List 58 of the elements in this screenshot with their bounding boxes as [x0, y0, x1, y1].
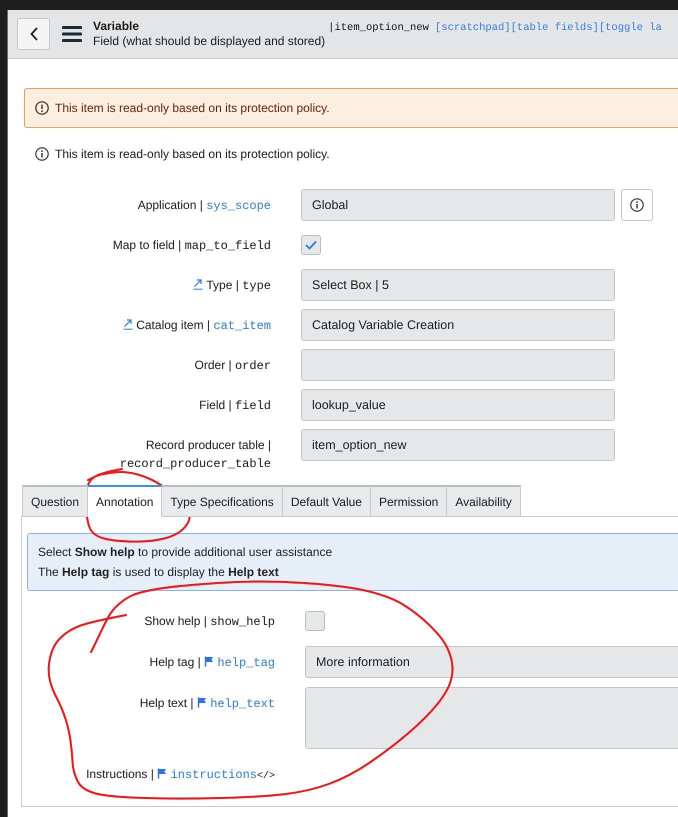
column-name: type	[242, 279, 271, 293]
text-field[interactable]: Select Box | 5	[301, 269, 615, 301]
field-label: Help tag |	[150, 655, 201, 669]
field-label: Field |	[199, 398, 232, 412]
field-label: Application |	[138, 198, 203, 212]
info-icon	[35, 147, 49, 161]
menu-icon[interactable]	[62, 26, 82, 42]
code-toggle[interactable]: </>	[256, 771, 275, 782]
tab[interactable]: Availability	[447, 485, 521, 517]
field-label: Type |	[206, 278, 239, 292]
column-name: order	[234, 359, 271, 373]
column-link[interactable]: help_text	[210, 697, 275, 711]
column-name: record_producer_table	[120, 457, 271, 471]
arrow-icon[interactable]	[193, 278, 204, 290]
text-field[interactable]: Global	[301, 189, 615, 221]
text-field[interactable]: lookup_value	[301, 389, 615, 421]
text-field[interactable]: item_option_new	[301, 429, 615, 461]
column-link[interactable]: instructions	[170, 768, 257, 782]
alert-icon	[35, 101, 49, 115]
tab[interactable]: Question	[22, 485, 88, 517]
flag-icon[interactable]	[196, 697, 207, 708]
text-field[interactable]: Catalog Variable Creation	[301, 309, 615, 341]
text-field[interactable]: More information	[305, 646, 678, 678]
field-label: Instructions |	[86, 767, 154, 781]
record-title: Variable	[93, 19, 140, 34]
flag-icon[interactable]	[204, 656, 214, 667]
back-button[interactable]	[17, 18, 50, 50]
column-link[interactable]: help_tag	[217, 656, 275, 670]
info-icon	[630, 198, 644, 212]
notice-text: This item is read-only based on its protection policy.	[55, 146, 330, 163]
column-name: field	[234, 399, 271, 413]
column-name: map_to_field	[184, 239, 271, 253]
tab[interactable]: Default Value	[282, 485, 371, 517]
field-label: Show help |	[144, 614, 207, 628]
text-field[interactable]	[301, 349, 615, 381]
tab[interactable]: Annotation	[88, 485, 162, 517]
field-label: Order |	[194, 358, 232, 372]
banner-text: This item is read-only based on its protection policy.	[55, 101, 330, 115]
column-link[interactable]: cat_item	[213, 319, 271, 333]
info-text: The Help tag is used to display the Help text	[38, 564, 280, 581]
field-label: Record producer table |	[146, 438, 271, 452]
column-name: show_help	[210, 615, 275, 629]
info-text: Select Show help to provide additional user assistance	[38, 544, 334, 561]
checkmark-icon	[305, 240, 317, 250]
field-label: Help text |	[140, 696, 194, 710]
tab[interactable]: Permission	[370, 485, 448, 517]
column-link[interactable]: sys_scope	[206, 199, 271, 213]
tab[interactable]: Type Specifications	[162, 485, 283, 517]
chevron-left-icon	[30, 27, 38, 41]
field-label: Map to field |	[112, 238, 182, 252]
flag-icon[interactable]	[157, 768, 168, 779]
record-subtitle: Field (what should be displayed and stored)	[93, 34, 326, 49]
arrow-icon[interactable]	[122, 318, 133, 330]
table-name: |item_option_new	[328, 21, 429, 36]
checkbox[interactable]	[301, 235, 321, 255]
info-button[interactable]	[621, 189, 653, 221]
field-label: Catalog item |	[136, 318, 210, 332]
checkbox[interactable]	[305, 611, 325, 631]
